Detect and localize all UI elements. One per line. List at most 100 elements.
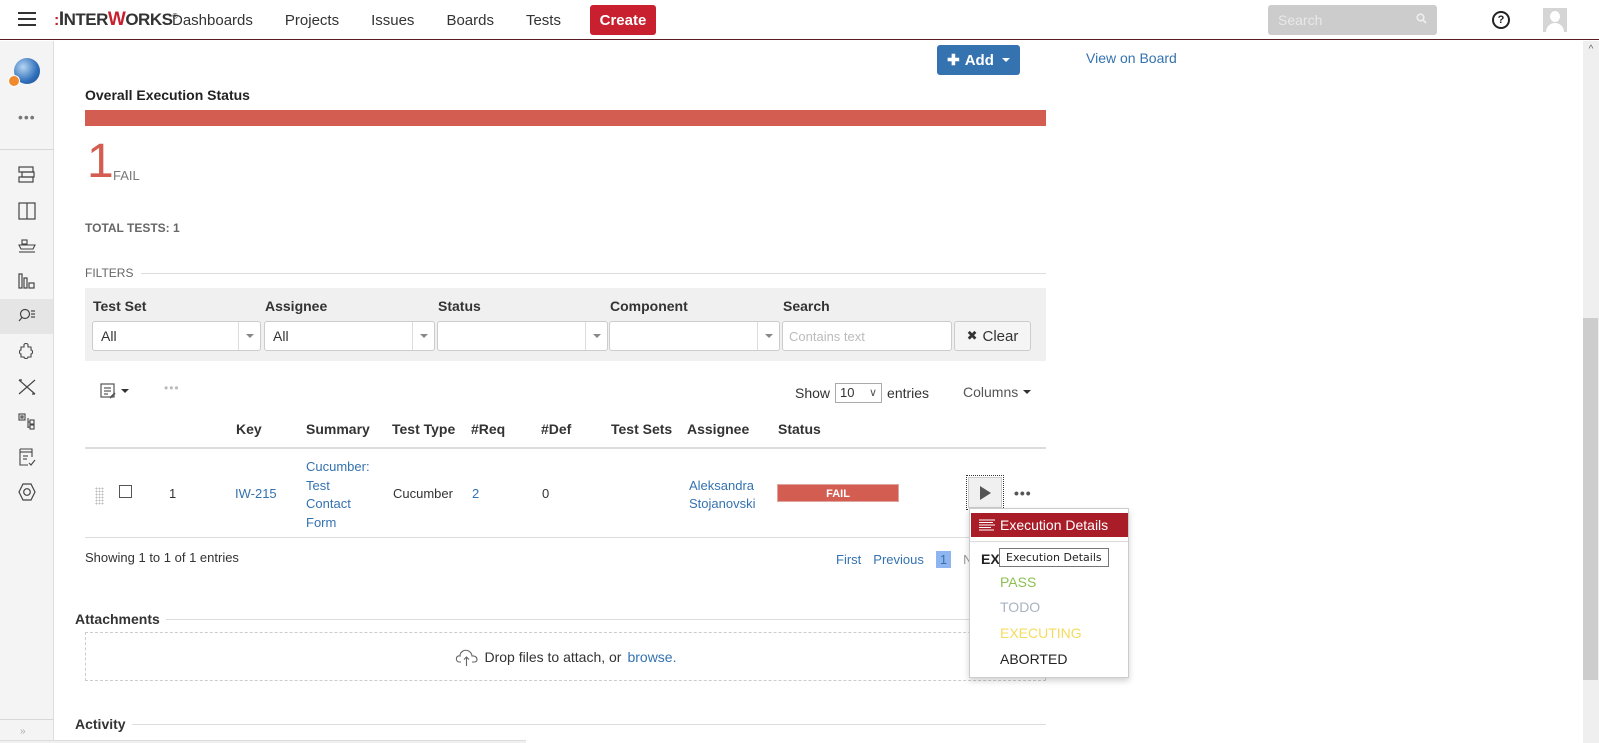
search-placeholder: Search [1278,12,1323,28]
assignee-select[interactable]: All [264,321,435,351]
entries-label: entries [887,385,930,401]
columns-button[interactable]: Columns [963,384,1032,400]
collapse-sidebar-icon[interactable]: » [20,726,26,737]
column-header-req[interactable]: #Req [471,421,505,437]
project-sidebar: ••• » [0,41,54,743]
show-label: Show [795,385,831,401]
nav-issues[interactable]: Issues [371,12,414,29]
assignee-value: All [273,328,289,344]
chevron-down-icon [757,322,779,350]
scroll-up-icon[interactable]: ^ [1584,44,1598,55]
issue-key-link[interactable]: IW-215 [235,486,277,501]
test-search-icon[interactable] [14,303,40,329]
add-button[interactable]: ✚ Add [937,45,1020,75]
attachments-heading: Attachments [75,611,1046,627]
summary-line: Cucumber: [306,459,370,474]
column-header-key[interactable]: Key [236,421,262,437]
execute-button[interactable] [966,475,1004,510]
status-pass-item[interactable]: PASS [1000,574,1036,590]
more-icon[interactable]: ••• [18,109,36,125]
pagination-previous[interactable]: Previous [873,552,924,567]
assignee-label: Assignee [265,298,328,314]
attachments-heading-line [165,618,1046,620]
table-header-divider [85,447,1046,449]
view-on-board-link[interactable]: View on Board [1086,50,1177,66]
drop-text: Drop files to attach, or [484,648,622,665]
activity-heading-line [131,723,1046,725]
requirements-link[interactable]: 2 [472,486,479,501]
scrollbar-thumb[interactable] [1583,318,1598,680]
interworks-logo[interactable]: :INTERWORKS® [54,9,178,31]
filters-panel: Test Set All Assignee All Status Compone… [85,288,1046,361]
pagination-first[interactable]: First [836,552,861,567]
nav-dashboards[interactable]: Dashboards [172,12,253,29]
nav-menu: Dashboards Projects Issues Boards Tests [172,0,593,40]
component-select[interactable] [609,321,780,351]
nav-boards[interactable]: Boards [446,12,494,29]
clear-filters-button[interactable]: ✖ Clear [954,321,1031,351]
xray-icon[interactable] [14,374,40,400]
chevron-down-icon [238,322,260,350]
attachments-title: Attachments [75,611,160,627]
column-header-status[interactable]: Status [778,421,821,437]
chevron-down-icon [1023,390,1032,394]
summary-line: Contact [306,496,351,511]
column-header-def[interactable]: #Def [541,421,571,437]
logo-orks: ORKS [125,10,173,29]
defects-cell: 0 [542,486,550,501]
sidebar-divider [0,149,54,150]
add-label: Add [964,51,994,69]
test-repository-icon[interactable] [14,409,40,435]
nav-tests[interactable]: Tests [526,12,561,29]
clear-label: Clear [982,327,1019,345]
browse-link[interactable]: browse. [627,649,676,665]
fail-label: FAIL [113,168,140,183]
chevron-down-icon [585,322,607,350]
column-header-assignee[interactable]: Assignee [687,421,749,437]
row-checkbox[interactable] [119,485,132,498]
column-header-test-type[interactable]: Test Type [392,421,455,437]
attachments-dropzone[interactable]: Drop files to attach, or browse. [85,632,1046,681]
reports-icon[interactable] [14,268,40,294]
backlog-icon[interactable] [14,162,40,188]
close-icon: ✖ [966,328,978,343]
row-more-icon[interactable]: ••• [1014,485,1032,501]
hamburger-menu-icon[interactable] [18,12,36,26]
settings-hex-icon[interactable] [14,479,40,505]
components-icon[interactable] [14,339,40,365]
summary-link[interactable]: Cucumber: Test Contact Form [306,458,370,532]
dropdown-section-heading: EX [981,551,1000,567]
user-avatar[interactable] [1543,8,1567,32]
table-view-options-button[interactable] [100,383,129,399]
table-more-icon[interactable]: ••• [164,381,180,395]
status-select[interactable] [437,321,608,351]
filter-search-input[interactable] [782,321,952,351]
assignee-link[interactable]: Aleksandra Stojanovski [689,477,755,513]
page-length-select[interactable]: 10 ∨ [835,383,883,403]
execution-status-bar [85,110,1046,126]
assignee-line: Aleksandra [689,478,755,493]
column-header-test-sets[interactable]: Test Sets [611,421,672,437]
execution-details-menu-item[interactable]: Execution Details [971,513,1128,537]
status-todo-item[interactable]: TODO [1000,599,1040,615]
test-set-select[interactable]: All [92,321,261,351]
releases-icon[interactable] [14,233,40,259]
global-search-input[interactable]: Search [1268,5,1437,35]
nav-projects[interactable]: Projects [285,12,339,29]
status-aborted-item[interactable]: ABORTED [1000,651,1067,667]
help-icon[interactable]: ? [1492,11,1510,29]
search-icon [1416,13,1427,27]
test-plan-icon[interactable] [14,444,40,470]
column-header-summary[interactable]: Summary [306,421,370,437]
top-navigation: :INTERWORKS® Dashboards Projects Issues … [0,0,1599,40]
assignee-line: Stojanovski [689,496,756,511]
fail-count: 1 [87,135,114,188]
board-icon[interactable] [14,198,40,224]
page-length-control: Show 10 ∨ entries [795,383,929,403]
create-button[interactable]: Create [590,5,656,35]
status-executing-item[interactable]: EXECUTING [1000,625,1082,641]
pagination-page-1[interactable]: 1 [935,551,952,568]
drag-handle-icon[interactable] [95,487,104,505]
component-label: Component [610,298,688,314]
plus-icon: ✚ [947,52,960,69]
